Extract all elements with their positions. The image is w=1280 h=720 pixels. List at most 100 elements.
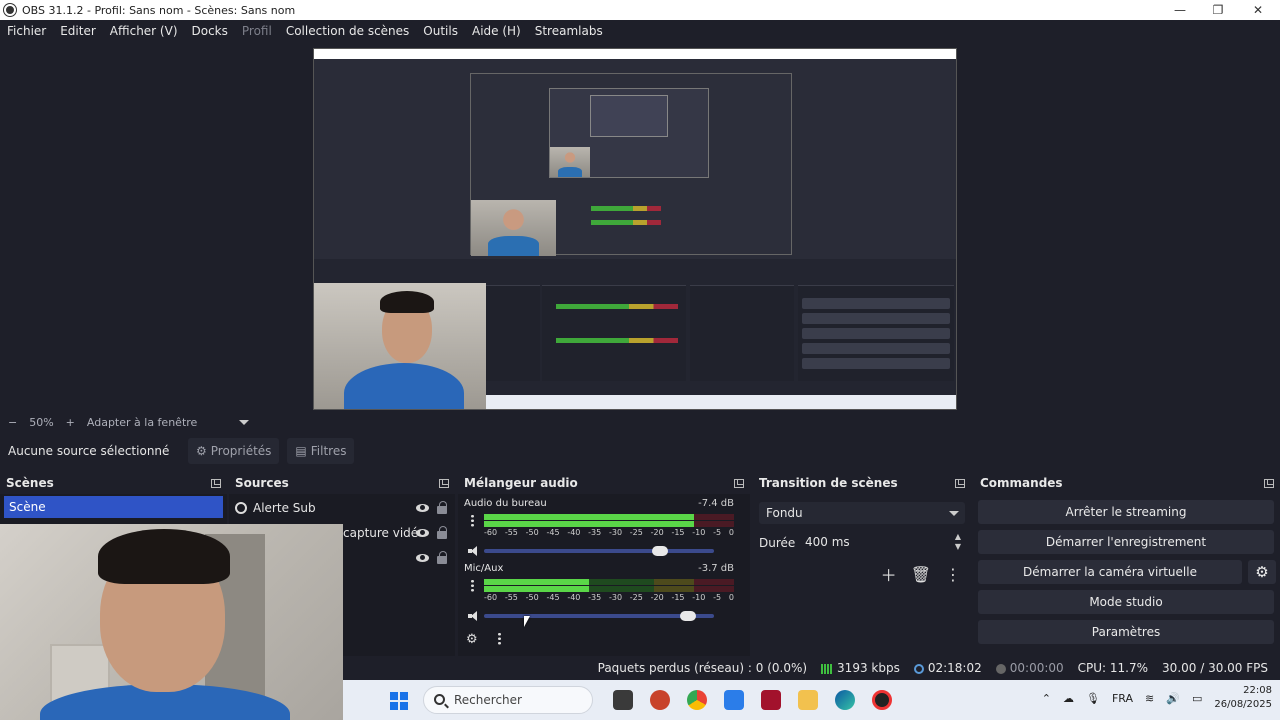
preview-nested-meter [556, 304, 678, 309]
mixer-channel-desktop: Audio du bureau -7.4 dB -60 -55 -50 -45 -40-… [464, 498, 736, 556]
eye-icon[interactable] [416, 529, 429, 537]
windows-start-icon[interactable] [390, 692, 408, 710]
clock[interactable]: 22:08 26/08/2025 [1214, 684, 1272, 712]
lock-icon[interactable] [437, 526, 447, 539]
app-icon-obs[interactable] [872, 690, 892, 710]
stream-time: 02:18:02 [927, 661, 982, 675]
speaker-icon[interactable] [468, 546, 480, 556]
preview-nested-webcam-2 [550, 147, 590, 177]
battery-icon[interactable]: ▭ [1192, 692, 1202, 705]
app-icon-photos[interactable] [724, 690, 744, 710]
mixer-menu-icon[interactable] [498, 632, 501, 645]
properties-button[interactable]: ⚙ Propriétés [188, 438, 280, 464]
dropped-frames: Paquets perdus (réseau) : 0 (0.0%) [597, 661, 808, 675]
meter-tick-label: -55 [504, 593, 518, 602]
zoom-out-button[interactable]: − [8, 416, 17, 429]
menu-item-3[interactable]: Docks [185, 24, 235, 38]
more-options-icon[interactable] [471, 579, 474, 592]
chevron-down-icon[interactable] [239, 419, 250, 425]
meter-level [484, 579, 589, 585]
wifi-icon[interactable]: ≋ [1145, 692, 1154, 705]
language-indicator[interactable]: FRA [1112, 692, 1133, 705]
undock-icon[interactable] [955, 478, 965, 488]
preview-nested-screen [470, 73, 792, 256]
undock-icon[interactable] [211, 478, 221, 488]
zoom-mode-select[interactable]: Adapter à la fenêtre [87, 416, 197, 429]
lock-icon[interactable] [437, 551, 447, 564]
minimize-icon[interactable]: — [1160, 0, 1200, 20]
channel-header: Audio du bureau -7.4 dB [464, 498, 734, 509]
source-name: Alerte Sub [253, 501, 316, 515]
app-icon-powerpoint[interactable] [650, 690, 670, 710]
undock-icon[interactable] [1264, 478, 1274, 488]
spin-arrows-icon[interactable]: ▲ ▼ [955, 532, 961, 552]
source-row[interactable]: Alerte Sub [235, 497, 447, 519]
preview-nested-taskbar [486, 395, 956, 409]
chevron-up-icon[interactable]: ⌃ [1042, 692, 1051, 705]
zoom-in-button[interactable]: + [66, 416, 75, 429]
preview-nested-transition [690, 285, 794, 381]
zoom-level: 50% [29, 415, 54, 429]
menu-item-6[interactable]: Outils [416, 24, 465, 38]
cloud-icon[interactable]: ☁ [1063, 692, 1074, 705]
undock-icon[interactable] [734, 478, 744, 488]
studio-mode-button[interactable]: Mode studio [978, 590, 1274, 614]
start-virtual-camera-button[interactable]: Démarrer la caméra virtuelle [978, 560, 1242, 584]
volume-meter [484, 514, 734, 528]
trash-icon[interactable]: 🗑 [911, 565, 931, 584]
more-options-icon[interactable] [471, 514, 474, 527]
speaker-icon[interactable] [468, 611, 480, 621]
taskbar-search[interactable]: Rechercher [423, 686, 593, 714]
close-icon[interactable]: ✕ [1238, 0, 1278, 20]
volume-slider[interactable] [484, 546, 714, 556]
undock-icon[interactable] [439, 478, 449, 488]
eye-icon[interactable] [416, 554, 429, 562]
volume-slider[interactable] [484, 611, 714, 621]
eye-icon[interactable] [416, 504, 429, 512]
app-icon-file-explorer[interactable] [798, 690, 818, 710]
fps: 30.00 / 30.00 FPS [1162, 661, 1268, 675]
menu-item-0[interactable]: Fichier [0, 24, 53, 38]
gear-icon: ⚙ [1255, 563, 1269, 581]
volume-slider-handle[interactable] [679, 611, 696, 621]
meter-tick-label: -50 [525, 528, 539, 537]
channel-name: Audio du bureau [464, 498, 547, 509]
volume-slider-handle[interactable] [652, 546, 668, 556]
virtual-camera-settings-button[interactable]: ⚙ [1248, 560, 1276, 584]
maximize-icon[interactable]: ❐ [1198, 0, 1238, 20]
add-icon[interactable]: ＋ [881, 562, 897, 586]
transition-type-select[interactable]: Fondu [759, 502, 965, 524]
meter-tick-label: 0 [728, 528, 734, 537]
meter-tick-label: -25 [629, 528, 643, 537]
menu-item-7[interactable]: Aide (H) [465, 24, 528, 38]
meter-tick-label: -30 [608, 528, 623, 537]
program-preview[interactable] [313, 48, 957, 410]
lock-icon[interactable] [437, 501, 447, 514]
clock-date: 26/08/2025 [1214, 699, 1272, 710]
preview-nested-button [802, 313, 950, 324]
volume-icon[interactable]: 🔊 [1166, 692, 1180, 705]
zoom-bar: − 50% + Adapter à la fenêtre [0, 414, 1280, 430]
meter-ticks: -60 -55 -50 -45 -40 -35 -30 -25 -20 -15 -10 -5 0 [484, 593, 734, 602]
scene-item[interactable]: Scène [4, 496, 223, 518]
menu-item-8[interactable]: Streamlabs [528, 24, 610, 38]
settings-button[interactable]: Paramètres [978, 620, 1274, 644]
app-icon-davinci[interactable] [761, 690, 781, 710]
app-icon-edge[interactable] [835, 690, 855, 710]
menu-item-2[interactable]: Afficher (V) [103, 24, 185, 38]
filters-button[interactable]: ▤ Filtres [287, 438, 355, 464]
start-recording-button[interactable]: Démarrer l'enregistrement [978, 530, 1274, 554]
app-icon-chrome[interactable] [687, 690, 707, 710]
menu-item-1[interactable]: Editer [53, 24, 103, 38]
advanced-audio-icon[interactable]: ⚙ [466, 632, 478, 647]
app-icon-terminal[interactable] [613, 690, 633, 710]
menu-item-5[interactable]: Collection de scènes [279, 24, 416, 38]
cpu-usage: CPU: 11.7% [1077, 661, 1149, 675]
more-options-icon[interactable]: ⋮ [945, 565, 961, 584]
microphone-icon[interactable]: 🎙 [1086, 692, 1100, 705]
duration-spinbox[interactable]: 400 ms ▲ ▼ [799, 530, 965, 554]
sources-title: Sources [235, 476, 289, 490]
controls-dock-header: Commandes [974, 474, 1280, 492]
stop-streaming-button[interactable]: Arrêter le streaming [978, 500, 1274, 524]
meter-tick-label: -5 [713, 528, 722, 537]
